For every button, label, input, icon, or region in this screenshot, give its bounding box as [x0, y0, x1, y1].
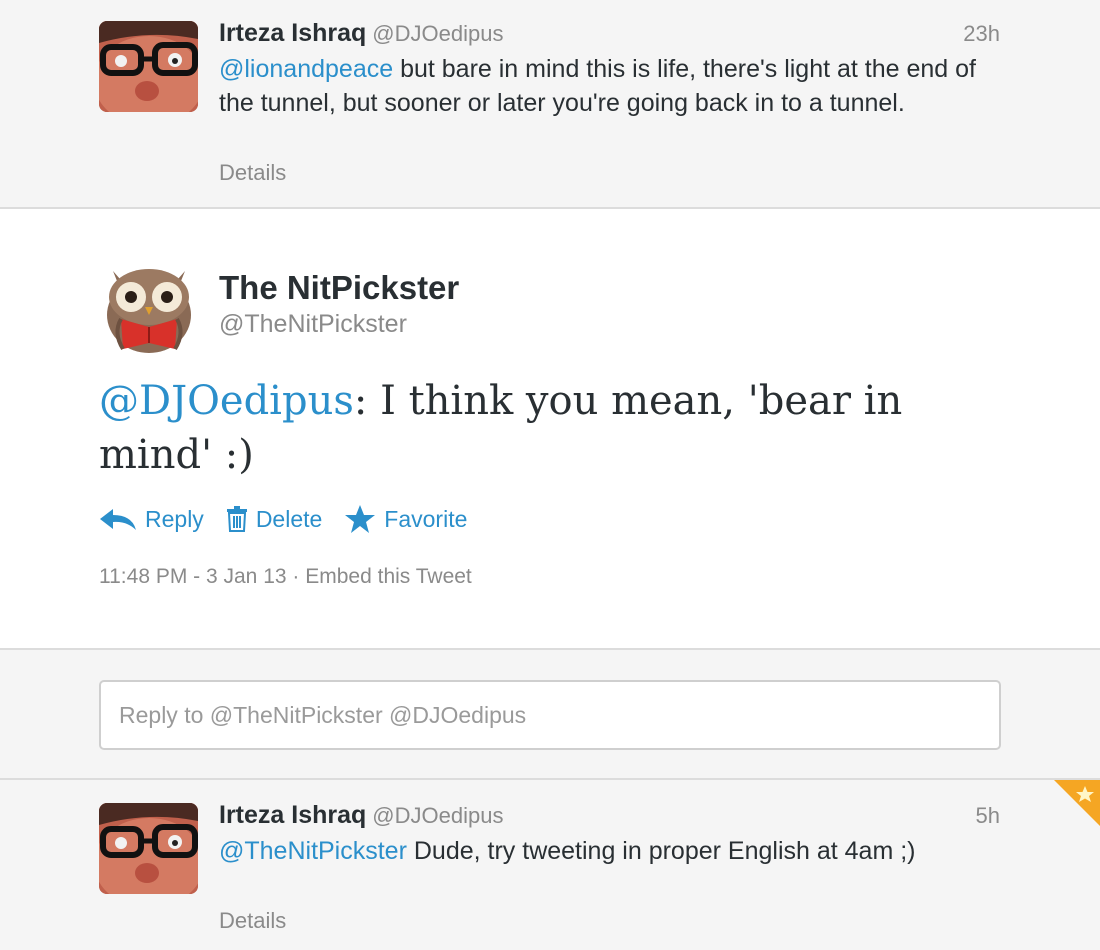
tweet-text: @lionandpeace but bare in mind this is l…: [219, 52, 1009, 120]
tweet-header: Irteza Ishraq @DJOedipus: [219, 801, 503, 830]
reply-area: Reply to @TheNitPickster @DJOedipus: [0, 650, 1100, 780]
user-avatar[interactable]: [99, 803, 198, 894]
mention-link[interactable]: @lionandpeace: [219, 55, 393, 83]
meta-separator: ·: [286, 565, 306, 588]
reply-tweet-top[interactable]: Irteza Ishraq @DJOedipus 23h @lionandpeac…: [0, 0, 1100, 209]
author-handle[interactable]: @TheNitPickster: [219, 310, 407, 339]
mention-link[interactable]: @DJOedipus: [99, 378, 354, 424]
delete-button[interactable]: Delete: [226, 506, 322, 533]
user-handle[interactable]: @DJOedipus: [372, 803, 503, 828]
timestamp-link[interactable]: 11:48 PM - 3 Jan 13: [99, 565, 287, 588]
tweet-actions: Reply Delete Favorite: [99, 502, 489, 536]
reply-button[interactable]: Reply: [99, 506, 204, 533]
user-avatar[interactable]: [99, 21, 198, 112]
mention-link[interactable]: @TheNitPickster: [219, 837, 407, 865]
tweet-time[interactable]: 23h: [963, 21, 1000, 47]
user-name[interactable]: Irteza Ishraq: [219, 801, 366, 829]
user-handle[interactable]: @DJOedipus: [372, 21, 503, 46]
user-name[interactable]: Irteza Ishraq: [219, 19, 366, 47]
reply-label: Reply: [145, 505, 204, 532]
details-link[interactable]: Details: [219, 908, 286, 934]
reply-input[interactable]: Reply to @TheNitPickster @DJOedipus: [99, 680, 1001, 750]
tweet-text: @TheNitPickster Dude, try tweeting in pr…: [219, 834, 959, 868]
tweet-meta: 11:48 PM - 3 Jan 13 · Embed this Tweet: [99, 565, 472, 589]
tweet-header: Irteza Ishraq @DJOedipus: [219, 19, 503, 48]
reply-tweet-bottom[interactable]: Irteza Ishraq @DJOedipus 5h @TheNitPickst…: [0, 780, 1100, 950]
favorite-label: Favorite: [384, 505, 468, 532]
tweet-body: Dude, try tweeting in proper English at …: [406, 837, 916, 865]
focused-tweet: The NitPickster @TheNitPickster @DJOedip…: [0, 209, 1100, 650]
owl-avatar[interactable]: [99, 257, 199, 357]
reply-icon: [100, 509, 136, 530]
author-name[interactable]: The NitPickster: [219, 269, 459, 307]
tweet-text: @DJOedipus: I think you mean, 'bear in m…: [99, 374, 999, 482]
favorited-corner-star-icon: [1054, 780, 1100, 826]
star-icon: [345, 505, 376, 533]
embed-tweet-link[interactable]: Embed this Tweet: [305, 565, 472, 588]
details-link[interactable]: Details: [219, 160, 286, 186]
delete-label: Delete: [255, 505, 323, 532]
favorite-button[interactable]: Favorite: [344, 504, 467, 534]
tweet-time[interactable]: 5h: [976, 803, 1000, 829]
trash-icon: [226, 506, 247, 532]
